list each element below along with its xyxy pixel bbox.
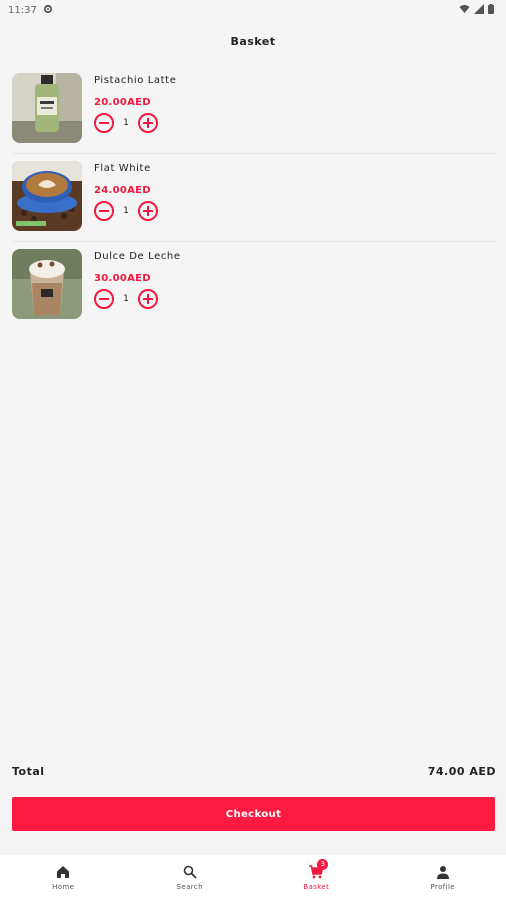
status-left: 11:37	[8, 4, 53, 17]
settings-gear-icon	[43, 4, 53, 17]
quantity-value: 1	[123, 206, 129, 216]
nav-label: Profile	[430, 882, 456, 891]
quantity-stepper: 1	[94, 113, 176, 133]
increase-quantity-button[interactable]	[138, 113, 158, 133]
quantity-value: 1	[123, 294, 129, 304]
nav-item-basket[interactable]: 3 Basket	[253, 854, 380, 900]
battery-icon	[488, 3, 494, 17]
home-icon	[55, 864, 71, 880]
item-info: Pistachio Latte 20.00AED 1	[94, 73, 176, 133]
basket-list: Pistachio Latte 20.00AED 1 Flat White 24…	[12, 66, 496, 330]
total-row: Total 74.00 AED	[12, 762, 496, 780]
item-name: Dulce De Leche	[94, 251, 181, 262]
cart-icon: 3	[308, 858, 329, 880]
search-icon	[182, 864, 198, 880]
item-name: Pistachio Latte	[94, 75, 177, 86]
flat-white-image	[12, 161, 82, 231]
decrease-quantity-button[interactable]	[94, 113, 114, 133]
item-name: Flat White	[94, 163, 151, 174]
item-price: 24.00AED	[94, 185, 151, 196]
item-price: 20.00AED	[94, 97, 151, 108]
nav-item-home[interactable]: Home	[0, 854, 127, 900]
total-value: 74.00 AED	[427, 764, 496, 778]
quantity-value: 1	[123, 118, 129, 128]
nav-item-search[interactable]: Search	[127, 854, 254, 900]
nav-label: Basket	[303, 882, 330, 891]
item-price: 30.00AED	[94, 273, 151, 284]
basket-item: Flat White 24.00AED 1	[12, 154, 496, 242]
nav-item-profile[interactable]: Profile	[380, 854, 506, 900]
basket-item: Dulce De Leche 30.00AED 1	[12, 242, 496, 330]
total-label: Total	[12, 764, 45, 778]
signal-icon	[474, 3, 484, 17]
app-header: Basket	[0, 20, 506, 62]
quantity-stepper: 1	[94, 289, 181, 309]
increase-quantity-button[interactable]	[138, 289, 158, 309]
wifi-icon	[459, 4, 470, 17]
pistachio-latte-image	[12, 73, 82, 143]
item-info: Flat White 24.00AED 1	[94, 161, 158, 221]
status-time: 11:37	[8, 4, 37, 16]
basket-screen: 11:37 Basket Pistachio Latte 20.00AED 1 …	[0, 0, 506, 900]
page-title: Basket	[230, 34, 276, 48]
person-icon	[435, 864, 451, 880]
nav-label: Home	[52, 882, 75, 891]
item-info: Dulce De Leche 30.00AED 1	[94, 249, 181, 309]
decrease-quantity-button[interactable]	[94, 289, 114, 309]
cart-count-badge: 3	[317, 858, 329, 870]
increase-quantity-button[interactable]	[138, 201, 158, 221]
dulce-de-leche-image	[12, 249, 82, 319]
basket-item: Pistachio Latte 20.00AED 1	[12, 66, 496, 154]
quantity-stepper: 1	[94, 201, 158, 221]
nav-label: Search	[176, 882, 203, 891]
status-bar: 11:37	[0, 0, 506, 20]
checkout-button[interactable]: Checkout	[12, 797, 495, 831]
bottom-nav: Home Search 3 Basket Profile	[0, 853, 506, 900]
decrease-quantity-button[interactable]	[94, 201, 114, 221]
status-right	[459, 3, 494, 17]
